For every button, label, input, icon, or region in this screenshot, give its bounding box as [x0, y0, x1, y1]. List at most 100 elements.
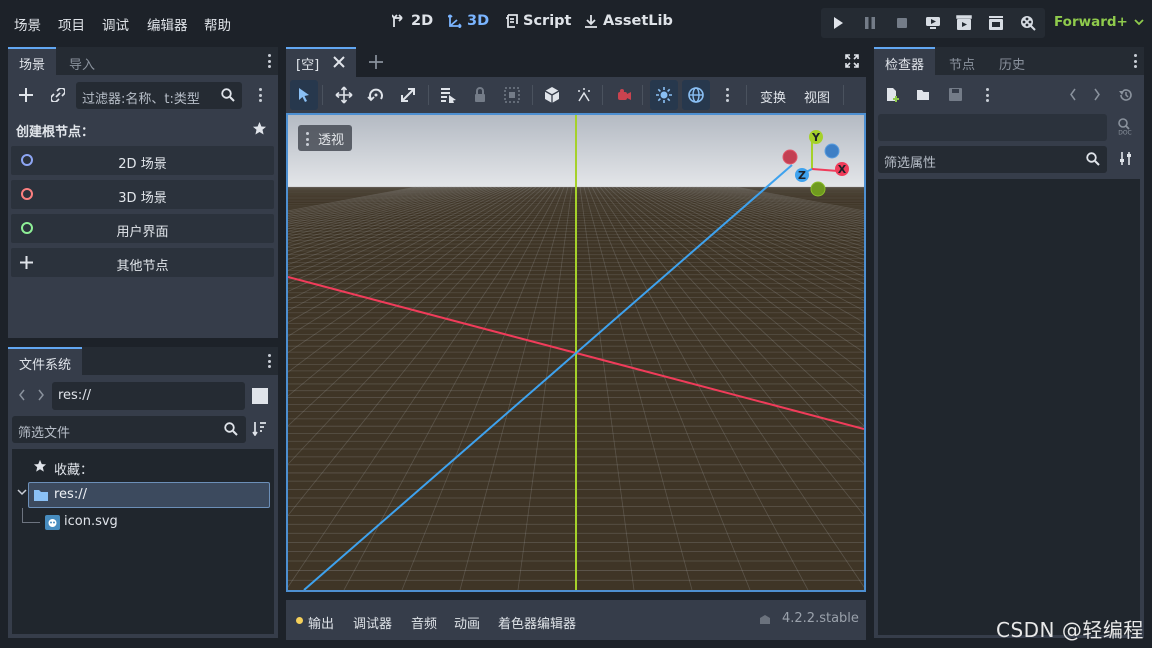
scene-tab-empty[interactable]: [空] — [286, 47, 356, 77]
workspace-script-button[interactable]: Script — [505, 13, 571, 29]
tab-history[interactable]: 历史 — [988, 47, 1036, 75]
version-label[interactable]: 4.2.2.stable — [782, 611, 859, 626]
history-forward-icon[interactable] — [1093, 88, 1101, 101]
scene-filter-input[interactable]: 过滤器:名称、t:类型 — [76, 82, 242, 109]
create-root-title: 创建根节点： — [16, 125, 95, 140]
tab-output[interactable]: 输出 — [308, 613, 334, 632]
menu-debug[interactable]: 调试 — [102, 14, 129, 34]
camera-preview-icon[interactable] — [614, 85, 634, 105]
tab-scene[interactable]: 场景 — [8, 47, 57, 75]
use-snap-icon[interactable] — [574, 85, 594, 105]
dock-menu-icon[interactable] — [268, 354, 272, 371]
play-icon[interactable] — [830, 15, 846, 31]
save-icon[interactable] — [948, 87, 963, 102]
3d-viewport[interactable]: 透视 Y X Z — [286, 113, 866, 592]
tab-filesystem[interactable]: 文件系统 — [8, 347, 83, 375]
doc-search-icon[interactable]: DOC — [1116, 117, 1134, 135]
move-tool-icon[interactable] — [334, 85, 354, 105]
transform-menu[interactable]: 变换 — [760, 87, 786, 106]
movie-maker-icon[interactable] — [1020, 15, 1036, 31]
dock-menu-icon[interactable] — [1134, 54, 1138, 71]
sun-preview-icon[interactable] — [654, 85, 674, 105]
instantiate-link-icon[interactable] — [51, 88, 65, 102]
use-local-space-icon[interactable] — [542, 85, 562, 105]
view-menu[interactable]: 视图 — [804, 87, 830, 106]
workspace-2d-button[interactable]: 2D — [392, 13, 433, 29]
new-resource-icon[interactable] — [885, 87, 900, 102]
favorites-label: 收藏： — [54, 463, 94, 478]
folder-icon — [34, 490, 48, 501]
tab-node[interactable]: 节点 — [938, 47, 986, 75]
create-ui-scene-button[interactable]: 用户界面 — [11, 214, 274, 243]
dock-menu-icon[interactable] — [268, 54, 272, 71]
add-node-icon[interactable] — [19, 88, 33, 102]
search-icon — [224, 422, 238, 436]
godot-icon — [45, 515, 60, 530]
workspace-3d-button[interactable]: 3D — [448, 13, 489, 29]
menu-scene[interactable]: 场景 — [14, 14, 41, 34]
nav-back-icon[interactable] — [18, 389, 26, 401]
distraction-free-icon[interactable] — [845, 54, 859, 68]
workspace-assetlib-button[interactable]: AssetLib — [584, 13, 673, 29]
property-filter-input[interactable]: 筛选属性 — [878, 146, 1107, 173]
2d-icon — [392, 14, 403, 27]
create-other-node-button[interactable]: 其他节点 — [11, 248, 274, 277]
path-field[interactable]: res:// — [52, 382, 245, 410]
tab-shader-editor[interactable]: 着色器编辑器 — [498, 613, 576, 632]
lock-icon[interactable] — [470, 85, 490, 105]
property-options-icon[interactable] — [1118, 151, 1133, 166]
tab-debugger[interactable]: 调试器 — [353, 613, 392, 632]
open-folder-icon[interactable] — [916, 87, 931, 102]
file-tree: 收藏： res:// icon.svg — [12, 449, 274, 634]
select-tool-icon[interactable] — [294, 85, 314, 105]
rotate-tool-icon[interactable] — [366, 85, 386, 105]
svg-text:Y: Y — [811, 131, 821, 144]
favorite-star-icon[interactable] — [252, 121, 267, 136]
history-back-icon[interactable] — [1069, 88, 1077, 101]
object-history-icon[interactable] — [1118, 88, 1133, 102]
tab-animation[interactable]: 动画 — [454, 613, 480, 632]
tab-import[interactable]: 导入 — [58, 47, 106, 75]
godot-logo-icon — [760, 615, 770, 624]
scale-tool-icon[interactable] — [398, 85, 418, 105]
output-status-dot — [296, 617, 303, 624]
file-filter-input[interactable]: 筛选文件 — [12, 416, 246, 443]
toggle-split-icon[interactable] — [252, 388, 268, 404]
tab-inspector[interactable]: 检查器 — [874, 47, 936, 75]
resource-options-icon[interactable] — [986, 88, 990, 105]
stop-icon[interactable] — [894, 15, 910, 31]
orientation-gizmo[interactable]: Y X Z — [778, 129, 850, 201]
nav-forward-icon[interactable] — [37, 389, 45, 401]
menu-help[interactable]: 帮助 — [204, 14, 231, 34]
tree-item-file[interactable]: icon.svg — [42, 511, 242, 535]
environment-preview-icon[interactable] — [686, 85, 706, 105]
create-2d-scene-button[interactable]: 2D 场景 — [11, 146, 274, 175]
group-icon[interactable] — [502, 85, 522, 105]
preview-options-icon[interactable] — [726, 88, 730, 105]
create-3d-scene-button[interactable]: 3D 场景 — [11, 180, 274, 209]
new-scene-tab-icon[interactable] — [369, 55, 383, 69]
gizmo-neg-y[interactable] — [810, 181, 826, 197]
list-select-icon[interactable] — [438, 85, 458, 105]
renderer-select[interactable]: Forward+ — [1054, 14, 1144, 30]
close-icon[interactable] — [333, 56, 345, 68]
pause-icon[interactable] — [862, 15, 878, 31]
scene-options-icon[interactable] — [259, 88, 263, 105]
object-path-field[interactable] — [878, 114, 1107, 141]
separator — [642, 85, 643, 105]
inspector-property-list — [878, 179, 1140, 635]
tree-item-res-root[interactable]: res:// — [28, 482, 270, 508]
collapse-arrow-icon[interactable] — [17, 488, 27, 496]
tab-audio[interactable]: 音频 — [411, 613, 437, 632]
play-custom-scene-icon[interactable] — [988, 15, 1004, 31]
remote-debug-icon[interactable] — [925, 15, 941, 31]
sort-icon[interactable] — [252, 421, 267, 436]
gizmo-neg-z[interactable] — [824, 143, 840, 159]
menu-editor[interactable]: 编辑器 — [147, 14, 188, 34]
separator — [428, 85, 429, 105]
play-scene-icon[interactable] — [956, 15, 972, 31]
perspective-menu[interactable]: 透视 — [298, 125, 353, 151]
menu-project[interactable]: 项目 — [58, 14, 85, 34]
gizmo-neg-x[interactable] — [782, 149, 798, 165]
chevron-down-icon — [1134, 19, 1144, 26]
